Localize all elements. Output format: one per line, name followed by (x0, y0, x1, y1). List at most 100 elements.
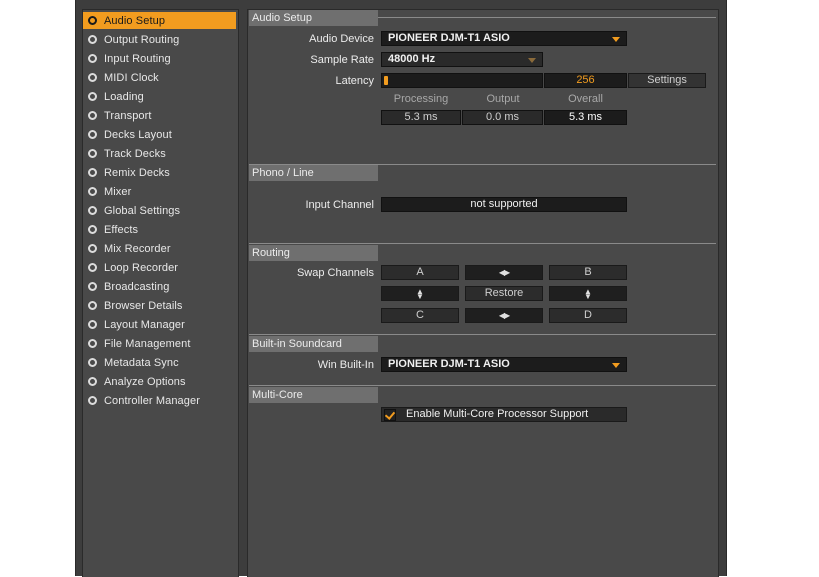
sidebar-item-label: Mix Recorder (104, 242, 171, 255)
win-builtin-value: PIONEER DJM-T1 ASIO (388, 358, 510, 370)
sidebar-item-audio-setup[interactable]: Audio Setup (83, 12, 236, 29)
processing-value: 5.3 ms (381, 110, 461, 125)
radio-bullet-icon (88, 339, 97, 348)
sidebar-item-transport[interactable]: Transport (83, 107, 236, 124)
section-divider (249, 334, 716, 335)
sidebar-item-label: Browser Details (104, 299, 183, 312)
sidebar-item-layout-manager[interactable]: Layout Manager (83, 316, 236, 333)
sidebar-item-label: Input Routing (104, 52, 171, 65)
input-channel-value: not supported (381, 197, 627, 212)
section-header-phono-line: Phono / Line (249, 165, 378, 181)
channel-a-button[interactable]: A (381, 265, 459, 280)
sidebar-item-label: Loop Recorder (104, 261, 179, 274)
multi-core-checkbox-row[interactable]: Enable Multi-Core Processor Support (381, 407, 627, 422)
sidebar-item-output-routing[interactable]: Output Routing (83, 31, 236, 48)
output-value: 0.0 ms (462, 110, 543, 125)
swap-ac-button[interactable]: ▲ ▼ (381, 286, 459, 301)
radio-bullet-icon (88, 263, 97, 272)
radio-bullet-icon (88, 301, 97, 310)
latency-settings-button[interactable]: Settings (628, 73, 706, 88)
dropdown-arrow-icon (612, 37, 620, 42)
sidebar-item-label: Effects (104, 223, 139, 236)
latency-value: 256 (544, 73, 627, 88)
overall-label: Overall (568, 93, 603, 105)
sidebar-item-input-routing[interactable]: Input Routing (83, 50, 236, 67)
section-divider (378, 17, 716, 18)
radio-bullet-icon (88, 206, 97, 215)
sidebar-item-track-decks[interactable]: Track Decks (83, 145, 236, 162)
swap-vertical-icon: ▲ ▼ (416, 287, 424, 301)
channel-c-button[interactable]: C (381, 308, 459, 323)
section-header-audio-setup: Audio Setup (249, 10, 378, 26)
radio-bullet-icon (88, 54, 97, 63)
overall-value: 5.3 ms (544, 110, 627, 125)
section-divider (249, 243, 716, 244)
swap-bd-button[interactable]: ▲ ▼ (549, 286, 627, 301)
sidebar-item-loop-recorder[interactable]: Loop Recorder (83, 259, 236, 276)
win-builtin-dropdown[interactable]: PIONEER DJM-T1 ASIO (381, 357, 627, 372)
sidebar-item-mix-recorder[interactable]: Mix Recorder (83, 240, 236, 257)
sidebar-item-label: Global Settings (104, 204, 181, 217)
radio-bullet-icon (88, 130, 97, 139)
latency-slider[interactable] (381, 73, 543, 88)
radio-bullet-icon (88, 149, 97, 158)
sidebar-item-controller-manager[interactable]: Controller Manager (83, 392, 236, 409)
dropdown-arrow-icon (528, 58, 536, 63)
swap-ab-button[interactable]: ◀▶ (465, 265, 543, 280)
sidebar-item-label: Metadata Sync (104, 356, 179, 369)
sidebar-item-label: Analyze Options (104, 375, 186, 388)
section-header-builtin-soundcard: Built-in Soundcard (249, 336, 378, 352)
sidebar-item-label: Layout Manager (104, 318, 185, 331)
radio-bullet-icon (88, 35, 97, 44)
sidebar-item-global-settings[interactable]: Global Settings (83, 202, 236, 219)
radio-bullet-icon (88, 282, 97, 291)
section-divider (249, 385, 716, 386)
sample-rate-value: 48000 Hz (388, 53, 436, 65)
sidebar-item-midi-clock[interactable]: MIDI Clock (83, 69, 236, 86)
channel-d-button[interactable]: D (549, 308, 627, 323)
sidebar-item-label: Output Routing (104, 33, 180, 46)
radio-bullet-icon (88, 73, 97, 82)
swap-cd-button[interactable]: ◀▶ (465, 308, 543, 323)
processing-label: Processing (393, 93, 449, 105)
sidebar-item-broadcasting[interactable]: Broadcasting (83, 278, 236, 295)
section-header-routing: Routing (249, 245, 378, 261)
radio-bullet-icon (88, 358, 97, 367)
sidebar-item-effects[interactable]: Effects (83, 221, 236, 238)
sidebar-item-browser-details[interactable]: Browser Details (83, 297, 236, 314)
multi-core-checkbox[interactable] (384, 409, 396, 421)
latency-label: Latency (335, 75, 374, 87)
sidebar-item-decks-layout[interactable]: Decks Layout (83, 126, 236, 143)
sidebar-item-label: Track Decks (104, 147, 166, 160)
output-label: Output (486, 93, 520, 105)
sample-rate-dropdown[interactable]: 48000 Hz (381, 52, 543, 67)
swap-vertical-icon: ▲ ▼ (584, 287, 592, 301)
input-channel-label: Input Channel (305, 199, 375, 211)
sidebar-item-analyze-options[interactable]: Analyze Options (83, 373, 236, 390)
sidebar-item-remix-decks[interactable]: Remix Decks (83, 164, 236, 181)
sidebar-item-label: Controller Manager (104, 394, 200, 407)
sidebar-item-label: Mixer (104, 185, 132, 198)
sidebar-item-metadata-sync[interactable]: Metadata Sync (83, 354, 236, 371)
channel-b-button[interactable]: B (549, 265, 627, 280)
radio-bullet-icon (88, 396, 97, 405)
swap-channels-label: Swap Channels (296, 267, 374, 279)
sidebar-item-loading[interactable]: Loading (83, 88, 236, 105)
radio-bullet-icon (88, 244, 97, 253)
checkmark-icon (384, 409, 396, 420)
swap-horizontal-icon: ◀▶ (498, 268, 510, 277)
sidebar-item-label: Remix Decks (104, 166, 170, 179)
sidebar-item-file-management[interactable]: File Management (83, 335, 236, 352)
section-header-multi-core: Multi-Core (249, 387, 378, 403)
audio-device-label: Audio Device (309, 33, 374, 45)
audio-device-dropdown[interactable]: PIONEER DJM-T1 ASIO (381, 31, 627, 46)
restore-button[interactable]: Restore (465, 286, 543, 301)
radio-bullet-icon (88, 111, 97, 120)
radio-bullet-icon (88, 168, 97, 177)
sidebar-item-label: Broadcasting (104, 280, 170, 293)
latency-slider-fill (384, 76, 388, 85)
sidebar-item-mixer[interactable]: Mixer (83, 183, 236, 200)
radio-bullet-icon (88, 320, 97, 329)
sidebar-item-label: Transport (104, 109, 152, 122)
sidebar-item-label: Decks Layout (104, 128, 172, 141)
